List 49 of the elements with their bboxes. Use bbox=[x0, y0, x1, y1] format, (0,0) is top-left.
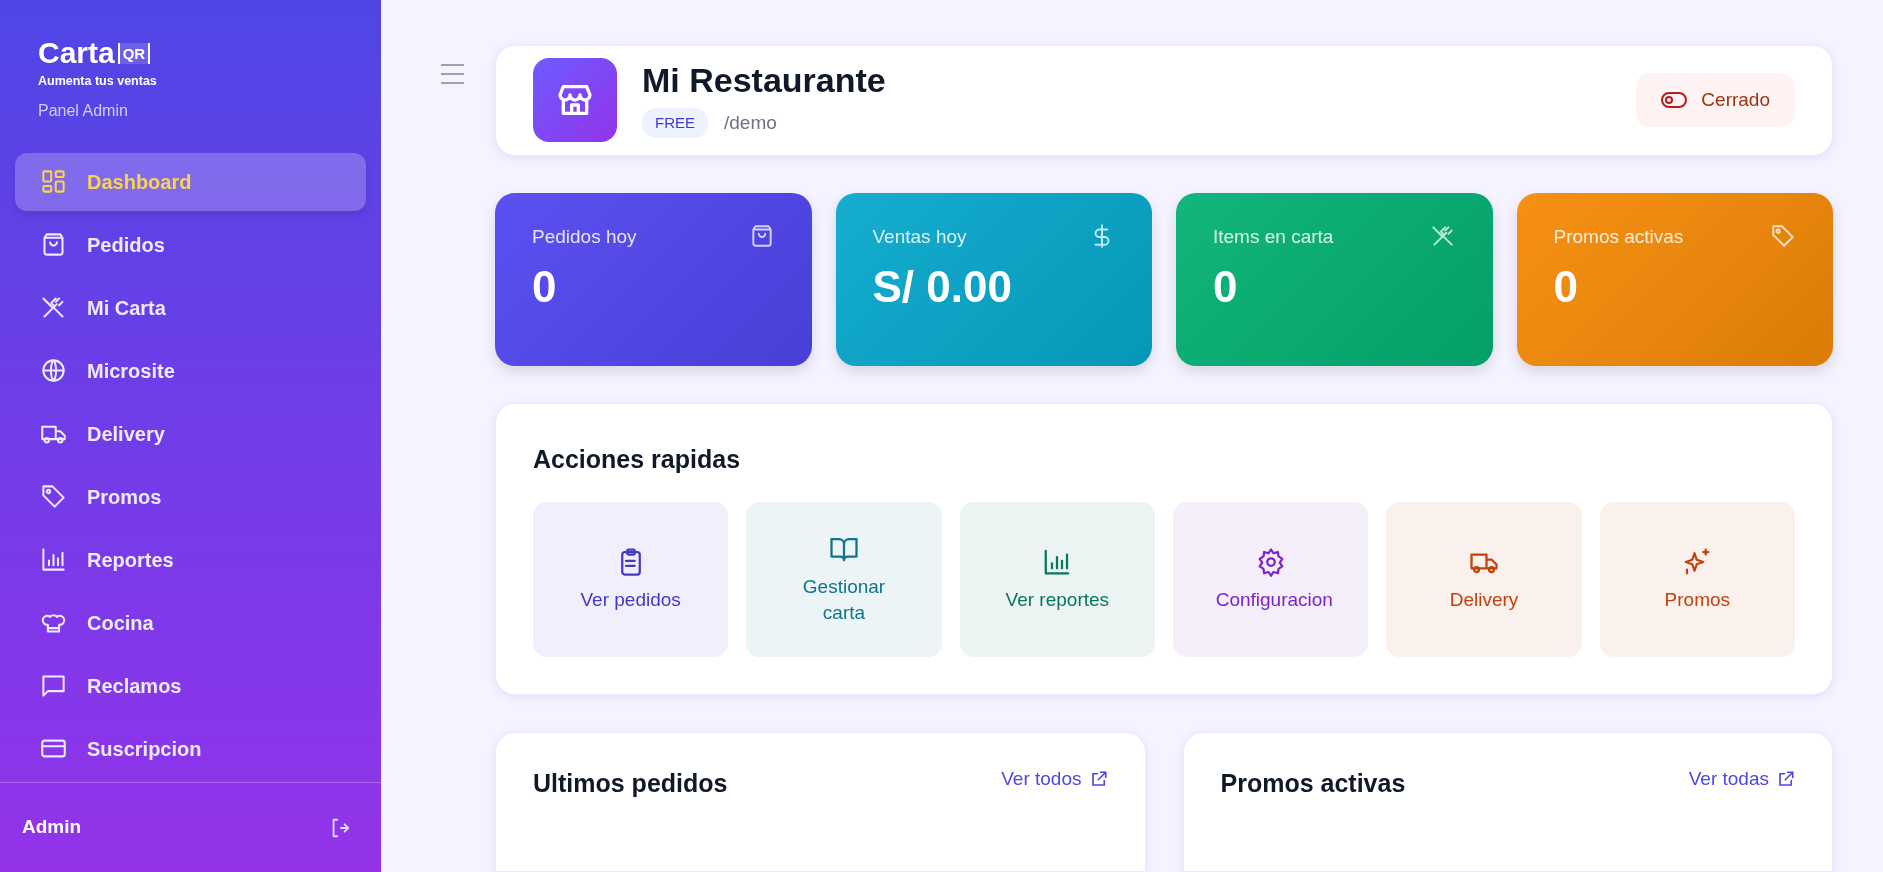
restaurant-name: Mi Restaurante bbox=[642, 62, 886, 100]
sidebar-item[interactable]: Delivery bbox=[15, 404, 366, 463]
stat-label: Items en carta bbox=[1213, 224, 1334, 249]
status-toggle-button[interactable]: Cerrado bbox=[1636, 73, 1795, 128]
quick-action-button[interactable]: Configuracion bbox=[1173, 502, 1369, 657]
bag-icon bbox=[40, 231, 67, 259]
bar-chart-icon bbox=[40, 546, 67, 574]
sidebar-item[interactable]: Pedidos bbox=[15, 215, 366, 274]
sidebar-item[interactable]: Reclamos bbox=[15, 656, 366, 715]
grid-icon bbox=[40, 168, 67, 196]
stat-value: S/ 0.00 bbox=[872, 265, 1013, 309]
user-name: Admin bbox=[22, 815, 82, 840]
view-all-link[interactable]: Ver todas bbox=[1688, 765, 1795, 794]
external-link-icon bbox=[1089, 770, 1108, 789]
sidebar-item[interactable]: Dashboard bbox=[15, 152, 366, 211]
tag-icon bbox=[40, 483, 67, 511]
toggle-icon bbox=[1661, 91, 1688, 110]
sidebar-item[interactable]: Mi Carta bbox=[15, 278, 366, 337]
section-title: Acciones rapidas bbox=[533, 443, 742, 475]
panel-title: Promos activas bbox=[1220, 768, 1406, 799]
panel-subtitle: Panel Admin bbox=[38, 100, 129, 121]
quick-action-button[interactable]: Promos bbox=[1599, 502, 1795, 657]
view-all-link[interactable]: Ver todos bbox=[1001, 765, 1108, 794]
stat-value: 0 bbox=[1553, 265, 1579, 309]
stat-label: Pedidos hoy bbox=[532, 224, 637, 249]
quick-action-button[interactable]: Ver reportes bbox=[959, 502, 1155, 657]
stat-value: 0 bbox=[1213, 265, 1239, 309]
stat-value: 0 bbox=[532, 265, 558, 309]
chat-icon bbox=[40, 672, 67, 700]
qr-logo-mark: QR bbox=[117, 42, 151, 64]
plan-badge: FREE bbox=[642, 107, 708, 139]
sidebar-item[interactable]: Microsite bbox=[15, 341, 366, 400]
restaurant-slug: /demo bbox=[724, 110, 777, 135]
quick-action-button[interactable]: Gestionar carta bbox=[746, 502, 942, 657]
sidebar-item[interactable]: Cocina bbox=[15, 593, 366, 652]
menu-icon[interactable] bbox=[440, 63, 465, 85]
logo-tagline: Aumenta tus ventas bbox=[38, 73, 158, 90]
stat-label: Promos activas bbox=[1553, 224, 1684, 249]
tag-icon bbox=[1770, 222, 1796, 249]
logo-name: Carta bbox=[38, 38, 115, 68]
quick-action-button[interactable]: Delivery bbox=[1386, 502, 1582, 657]
globe-icon bbox=[40, 357, 67, 385]
panel-title: Ultimos pedidos bbox=[533, 768, 728, 799]
sidebar-item[interactable]: Suscripcion bbox=[15, 719, 366, 778]
sidebar-item[interactable]: Promos bbox=[15, 467, 366, 526]
sidebar-item[interactable]: Reportes bbox=[15, 530, 366, 589]
quick-action-button[interactable]: Ver pedidos bbox=[533, 502, 729, 657]
stat-label: Ventas hoy bbox=[872, 224, 967, 249]
external-link-icon bbox=[1777, 770, 1795, 789]
